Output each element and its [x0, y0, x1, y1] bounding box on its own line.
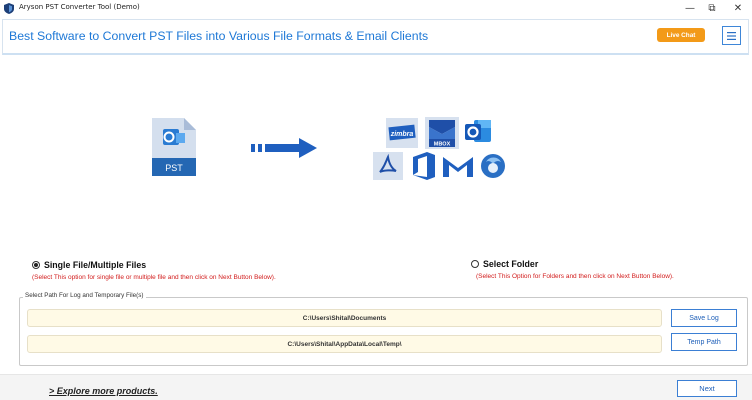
single-file-label: Single File/Multiple Files [44, 260, 147, 270]
close-button[interactable]: ✕ [724, 0, 752, 16]
convert-arrow-icon [251, 138, 317, 158]
header-banner: Best Software to Convert PST Files into … [2, 19, 749, 55]
minimize-icon: — [685, 2, 695, 14]
explore-products-link[interactable]: > Explore more products. [49, 386, 158, 396]
restore-button[interactable]: ⧉ [698, 0, 726, 16]
single-file-hint: (Select This option for single file or m… [32, 274, 276, 281]
mbox-label: MBOX [434, 142, 451, 148]
close-icon: ✕ [733, 2, 743, 14]
thunderbird-icon [481, 154, 505, 178]
path-group-legend: Select Path For Log and Temporary File(s… [23, 292, 146, 299]
app-shield-icon [4, 3, 14, 14]
zimbra-label: zimbra [390, 131, 414, 138]
temp-path-button[interactable]: Temp Path [671, 333, 737, 351]
save-log-button[interactable]: Save Log [671, 309, 737, 327]
select-folder-hint: (Select This Option for Folders and then… [476, 273, 674, 280]
live-chat-button[interactable]: Live Chat [657, 28, 705, 42]
select-folder-label: Select Folder [483, 259, 539, 269]
banner-title: Best Software to Convert PST Files into … [9, 29, 429, 43]
select-folder-radio[interactable] [471, 260, 479, 268]
log-path-field[interactable]: C:\Users\Shital\Documents [27, 309, 662, 327]
gmail-icon [443, 157, 473, 177]
app-window: Aryson PST Converter Tool (Demo) — ⧉ ✕ B… [0, 0, 752, 400]
title-bar: Aryson PST Converter Tool (Demo) — ⧉ ✕ [0, 0, 752, 17]
single-file-option[interactable]: Single File/Multiple Files [32, 260, 146, 270]
pst-file-icon: PST [152, 118, 196, 176]
hamburger-menu-icon [727, 31, 736, 40]
pst-label: PST [165, 163, 183, 173]
temp-path-field[interactable]: C:\Users\Shital\AppData\Local\Temp\ [27, 335, 662, 353]
mbox-icon: MBOX [425, 117, 459, 149]
footer-bar: > Explore more products. Next [0, 374, 752, 400]
next-button[interactable]: Next [677, 380, 737, 397]
select-folder-option[interactable]: Select Folder [471, 259, 538, 269]
outlook-icon [465, 120, 491, 142]
window-title: Aryson PST Converter Tool (Demo) [19, 3, 140, 11]
restore-icon: ⧉ [708, 2, 716, 14]
office365-icon [413, 152, 435, 180]
zimbra-icon: zimbra [386, 118, 418, 148]
pdf-icon [373, 152, 403, 180]
menu-button[interactable] [722, 26, 741, 45]
single-file-radio[interactable] [32, 261, 40, 269]
path-group [19, 297, 748, 366]
